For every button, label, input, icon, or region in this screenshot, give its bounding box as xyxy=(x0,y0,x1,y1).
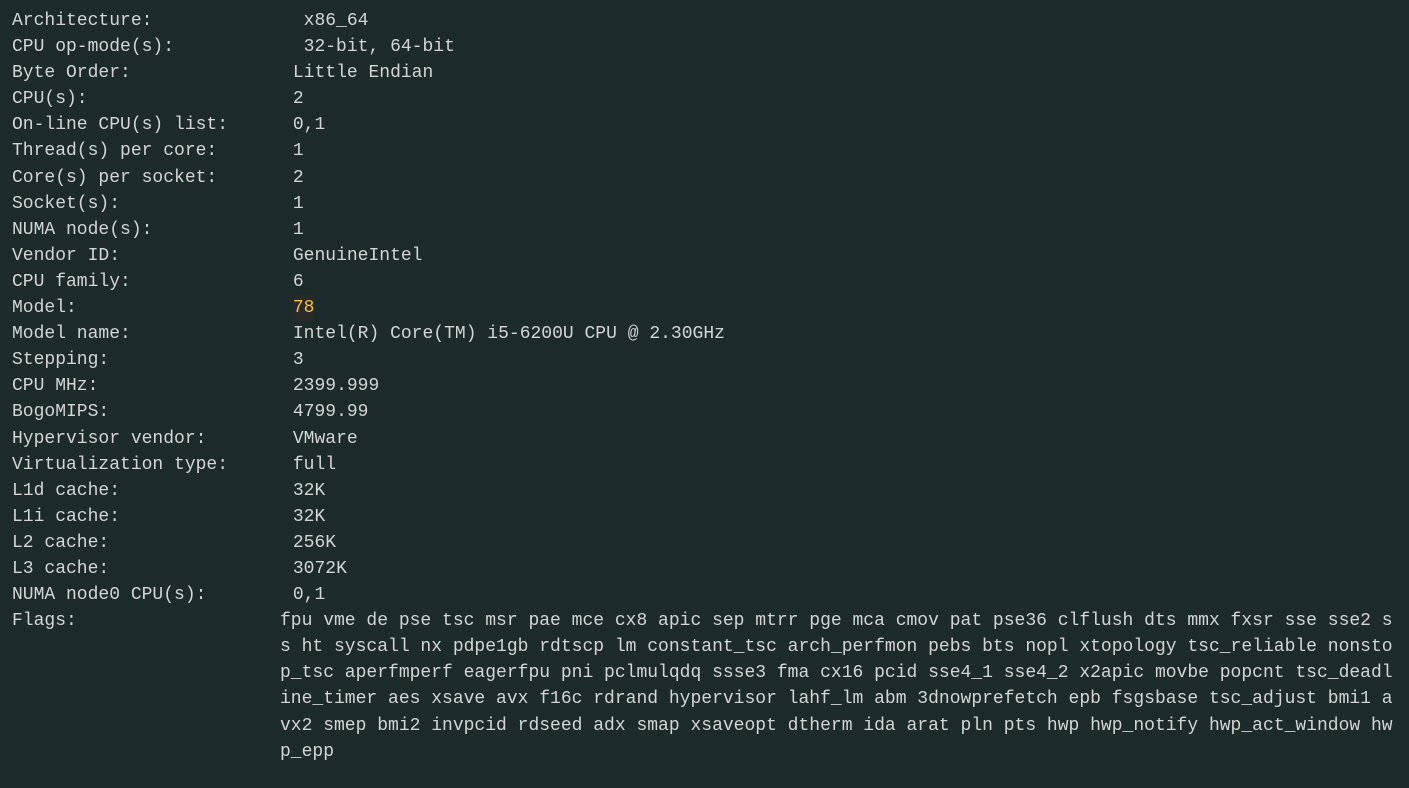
flags-key: Flags: xyxy=(12,608,280,765)
output-row: BogoMIPS: 4799.99 xyxy=(12,399,1397,425)
row-key: Model name: xyxy=(12,321,293,347)
row-key: CPU family: xyxy=(12,269,293,295)
row-key: L2 cache: xyxy=(12,530,293,556)
flags-value: fpu vme de pse tsc msr pae mce cx8 apic … xyxy=(280,608,1397,765)
output-row: CPU op-mode(s): 32-bit, 64-bit xyxy=(12,34,1397,60)
output-row: CPU(s): 2 xyxy=(12,86,1397,112)
row-value: 1 xyxy=(293,217,304,243)
output-row: L1i cache: 32K xyxy=(12,504,1397,530)
row-key: Core(s) per socket: xyxy=(12,165,293,191)
row-key: L3 cache: xyxy=(12,556,293,582)
row-key: L1i cache: xyxy=(12,504,293,530)
row-value: GenuineIntel xyxy=(293,243,423,269)
row-key: Stepping: xyxy=(12,347,293,373)
row-key: NUMA node(s): xyxy=(12,217,293,243)
output-row: Model: 78 xyxy=(12,295,1397,321)
output-row: Architecture: x86_64 xyxy=(12,8,1397,34)
row-key: Thread(s) per core: xyxy=(12,138,293,164)
row-key: Byte Order: xyxy=(12,60,293,86)
row-key: CPU op-mode(s): xyxy=(12,34,304,60)
output-row: Core(s) per socket: 2 xyxy=(12,165,1397,191)
output-rows: Architecture: x86_64CPU op-mode(s): 32-b… xyxy=(12,8,1397,608)
row-key: Socket(s): xyxy=(12,191,293,217)
output-row: Stepping: 3 xyxy=(12,347,1397,373)
row-value: 78 xyxy=(293,295,315,321)
row-key: CPU MHz: xyxy=(12,373,293,399)
output-row: Thread(s) per core: 1 xyxy=(12,138,1397,164)
output-row: Byte Order: Little Endian xyxy=(12,60,1397,86)
row-key: CPU(s): xyxy=(12,86,293,112)
output-row: Vendor ID: GenuineIntel xyxy=(12,243,1397,269)
row-key: Architecture: xyxy=(12,8,304,34)
row-value: full xyxy=(293,452,336,478)
row-key: Hypervisor vendor: xyxy=(12,426,293,452)
row-key: BogoMIPS: xyxy=(12,399,293,425)
row-value: 4799.99 xyxy=(293,399,369,425)
output-row: CPU family: 6 xyxy=(12,269,1397,295)
row-value: 0,1 xyxy=(293,112,325,138)
row-value: 1 xyxy=(293,191,304,217)
output-row: Model name: Intel(R) Core(TM) i5-6200U C… xyxy=(12,321,1397,347)
output-row: On-line CPU(s) list: 0,1 xyxy=(12,112,1397,138)
row-value: Intel(R) Core(TM) i5-6200U CPU @ 2.30GHz xyxy=(293,321,725,347)
terminal: Architecture: x86_64CPU op-mode(s): 32-b… xyxy=(12,8,1397,765)
row-value: 2399.999 xyxy=(293,373,379,399)
row-value: 1 xyxy=(293,138,304,164)
row-key: Model: xyxy=(12,295,293,321)
row-key: NUMA node0 CPU(s): xyxy=(12,582,293,608)
row-value: 32-bit, 64-bit xyxy=(304,34,455,60)
row-value: Little Endian xyxy=(293,60,433,86)
output-row: Virtualization type: full xyxy=(12,452,1397,478)
output-row: L3 cache: 3072K xyxy=(12,556,1397,582)
row-value: 2 xyxy=(293,86,304,112)
row-value: 256K xyxy=(293,530,336,556)
row-key: L1d cache: xyxy=(12,478,293,504)
output-row: CPU MHz: 2399.999 xyxy=(12,373,1397,399)
output-row: Hypervisor vendor: VMware xyxy=(12,426,1397,452)
output-row: Socket(s): 1 xyxy=(12,191,1397,217)
output-row: NUMA node(s): 1 xyxy=(12,217,1397,243)
row-value: 32K xyxy=(293,478,325,504)
output-row: L2 cache: 256K xyxy=(12,530,1397,556)
row-key: On-line CPU(s) list: xyxy=(12,112,293,138)
row-value: 2 xyxy=(293,165,304,191)
flags-row: Flags: fpu vme de pse tsc msr pae mce cx… xyxy=(12,608,1397,765)
row-key: Virtualization type: xyxy=(12,452,293,478)
output-row: L1d cache: 32K xyxy=(12,478,1397,504)
row-value: 6 xyxy=(293,269,304,295)
row-value: 32K xyxy=(293,504,325,530)
flags-line: Flags: fpu vme de pse tsc msr pae mce cx… xyxy=(12,608,1397,765)
row-value: 3 xyxy=(293,347,304,373)
row-value: 0,1 xyxy=(293,582,325,608)
row-key: Vendor ID: xyxy=(12,243,293,269)
row-value: 3072K xyxy=(293,556,347,582)
row-value: VMware xyxy=(293,426,358,452)
output-row: NUMA node0 CPU(s): 0,1 xyxy=(12,582,1397,608)
row-value: x86_64 xyxy=(304,8,369,34)
